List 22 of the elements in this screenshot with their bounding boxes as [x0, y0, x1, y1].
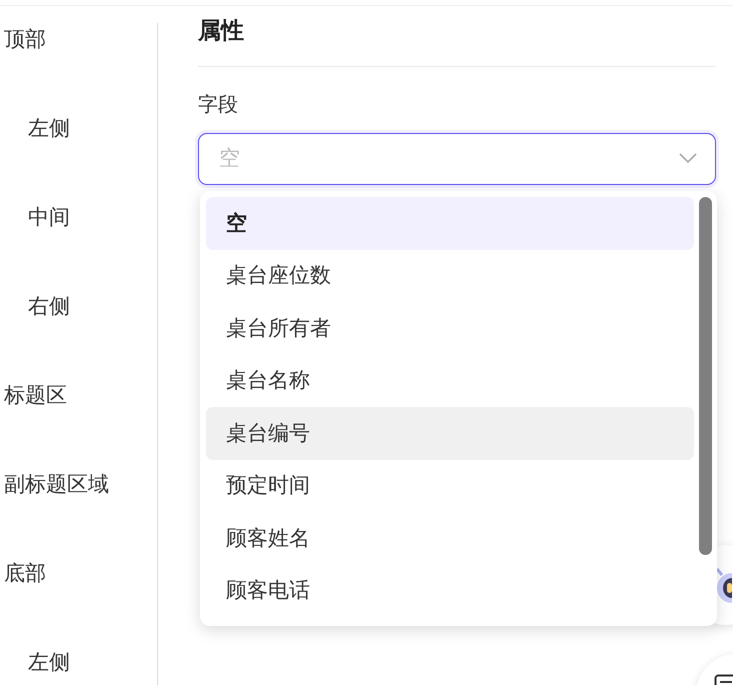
- panel-title: 属性: [198, 14, 716, 66]
- sidebar-item[interactable]: 底部: [4, 563, 46, 584]
- sidebar-subitem[interactable]: 左侧: [28, 652, 70, 673]
- dropdown-option[interactable]: 桌台所有者: [206, 302, 694, 354]
- sidebar-subitem[interactable]: 左侧: [28, 118, 70, 139]
- dropdown-option[interactable]: 顾客电话: [206, 564, 694, 617]
- sidebar-subitem[interactable]: 中间: [28, 207, 70, 228]
- sidebar-subitem[interactable]: 右侧: [28, 296, 70, 317]
- dropdown-option[interactable]: 桌台座位数: [206, 250, 694, 302]
- chevron-down-icon: [679, 153, 697, 164]
- sidebar-item[interactable]: 副标题区域: [4, 474, 109, 495]
- scrollbar-thumb[interactable]: [699, 197, 712, 555]
- dropdown-option[interactable]: 预定时间: [206, 460, 694, 512]
- field-label: 字段: [198, 90, 239, 118]
- dropdown-option[interactable]: 桌台名称: [206, 354, 694, 407]
- sidebar-item[interactable]: 顶部: [4, 29, 46, 50]
- select-placeholder: 空: [219, 144, 240, 172]
- sidebar-item[interactable]: 标题区: [4, 385, 67, 406]
- dropdown-option[interactable]: 桌台编号: [206, 407, 694, 460]
- robot-icon: [716, 567, 732, 603]
- dropdown-option[interactable]: 顾客姓名: [206, 512, 694, 564]
- dropdown-option[interactable]: 空: [206, 197, 694, 250]
